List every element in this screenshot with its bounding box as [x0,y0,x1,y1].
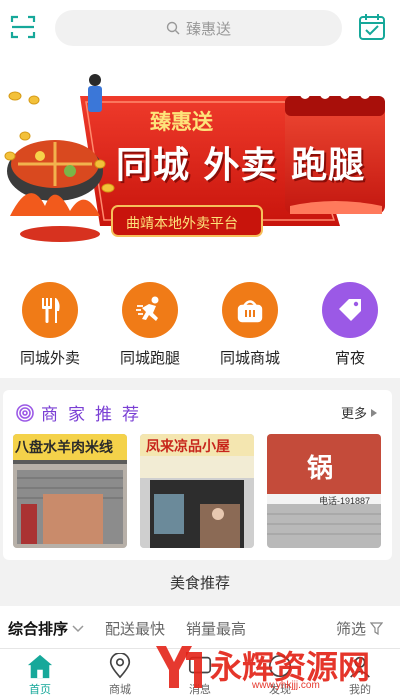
fork-knife-icon [22,282,78,338]
sort-top-sales[interactable]: 销量最高 [186,618,246,639]
sort-label: 综合排序 [8,621,69,638]
home-icon [27,654,53,679]
filter-button[interactable]: 筛选 [336,618,384,639]
category-label: 同城跑腿 [119,350,180,367]
search-placeholder: 臻惠送 [185,20,231,38]
watermark: 永辉资源网 www.yhkjjj.com [152,640,392,697]
target-icon [16,403,34,422]
calendar-check-icon[interactable] [358,13,386,41]
merchant-title: 商家推荐 [41,405,149,424]
shop-sign: 锅 [307,453,334,483]
more-label: 更多 [340,406,367,421]
merchant-recommend-section: 商家推荐 更多 八盘水羊肉米线 凤来凉品小屋 锅 电话-191887 [3,390,392,560]
search-input[interactable]: 臻惠送 [55,10,342,46]
basket-icon [222,282,278,338]
category-mall[interactable]: 同城商城 [200,270,300,378]
chevron-down-icon [72,624,84,632]
top-bar: 臻惠送 [0,0,400,56]
category-errand[interactable]: 同城跑腿 [100,270,200,378]
shop-phone: 电话-191887 [319,496,371,506]
watermark-url: www.yhkjjj.com [252,680,320,691]
category-label: 宵夜 [334,350,365,367]
more-link[interactable]: 更多 [341,403,378,422]
banner-brand: 臻惠送 [150,110,213,134]
shop-sign: 八盘水羊肉米线 [15,439,113,455]
merchant-card[interactable]: 锅 电话-191887 [267,434,381,548]
category-takeout[interactable]: 同城外卖 [0,270,100,378]
scan-icon[interactable] [10,14,36,40]
tab-mall[interactable]: 商城 [80,649,160,697]
category-label: 同城商城 [219,350,280,367]
category-late-night[interactable]: 宵夜 [300,270,400,378]
location-pin-icon [109,653,131,679]
triangle-right-icon [371,408,377,417]
merchant-header: 商家推荐 [15,400,149,425]
tab-home[interactable]: 首页 [0,649,80,697]
funnel-icon [370,622,384,635]
category-label: 同城外卖 [19,350,80,367]
banner-headline: 同城 外卖 跑腿 [116,145,366,186]
sort-fastest-delivery[interactable]: 配送最快 [105,618,165,639]
filter-label: 筛选 [336,621,367,638]
promo-banner[interactable]: 臻惠送 同城 外卖 跑腿 曲靖本地外卖平台 [0,56,400,270]
tab-label: 商城 [109,684,131,696]
food-recommend-title: 美食推荐 [169,575,230,592]
search-icon [166,21,180,35]
sort-dropdown[interactable]: 综合排序 [8,618,84,639]
merchant-card[interactable]: 凤来凉品小屋 [140,434,254,548]
banner-tagline: 曲靖本地外卖平台 [126,216,238,232]
merchant-card[interactable]: 八盘水羊肉米线 [13,434,127,548]
category-grid: 同城外卖 同城跑腿 同城商城 宵夜 [0,270,400,378]
watermark-logo-icon [156,646,202,688]
tag-icon [322,282,378,338]
tab-label: 首页 [29,684,51,696]
shop-sign: 凤来凉品小屋 [146,438,230,454]
runner-icon [122,282,178,338]
